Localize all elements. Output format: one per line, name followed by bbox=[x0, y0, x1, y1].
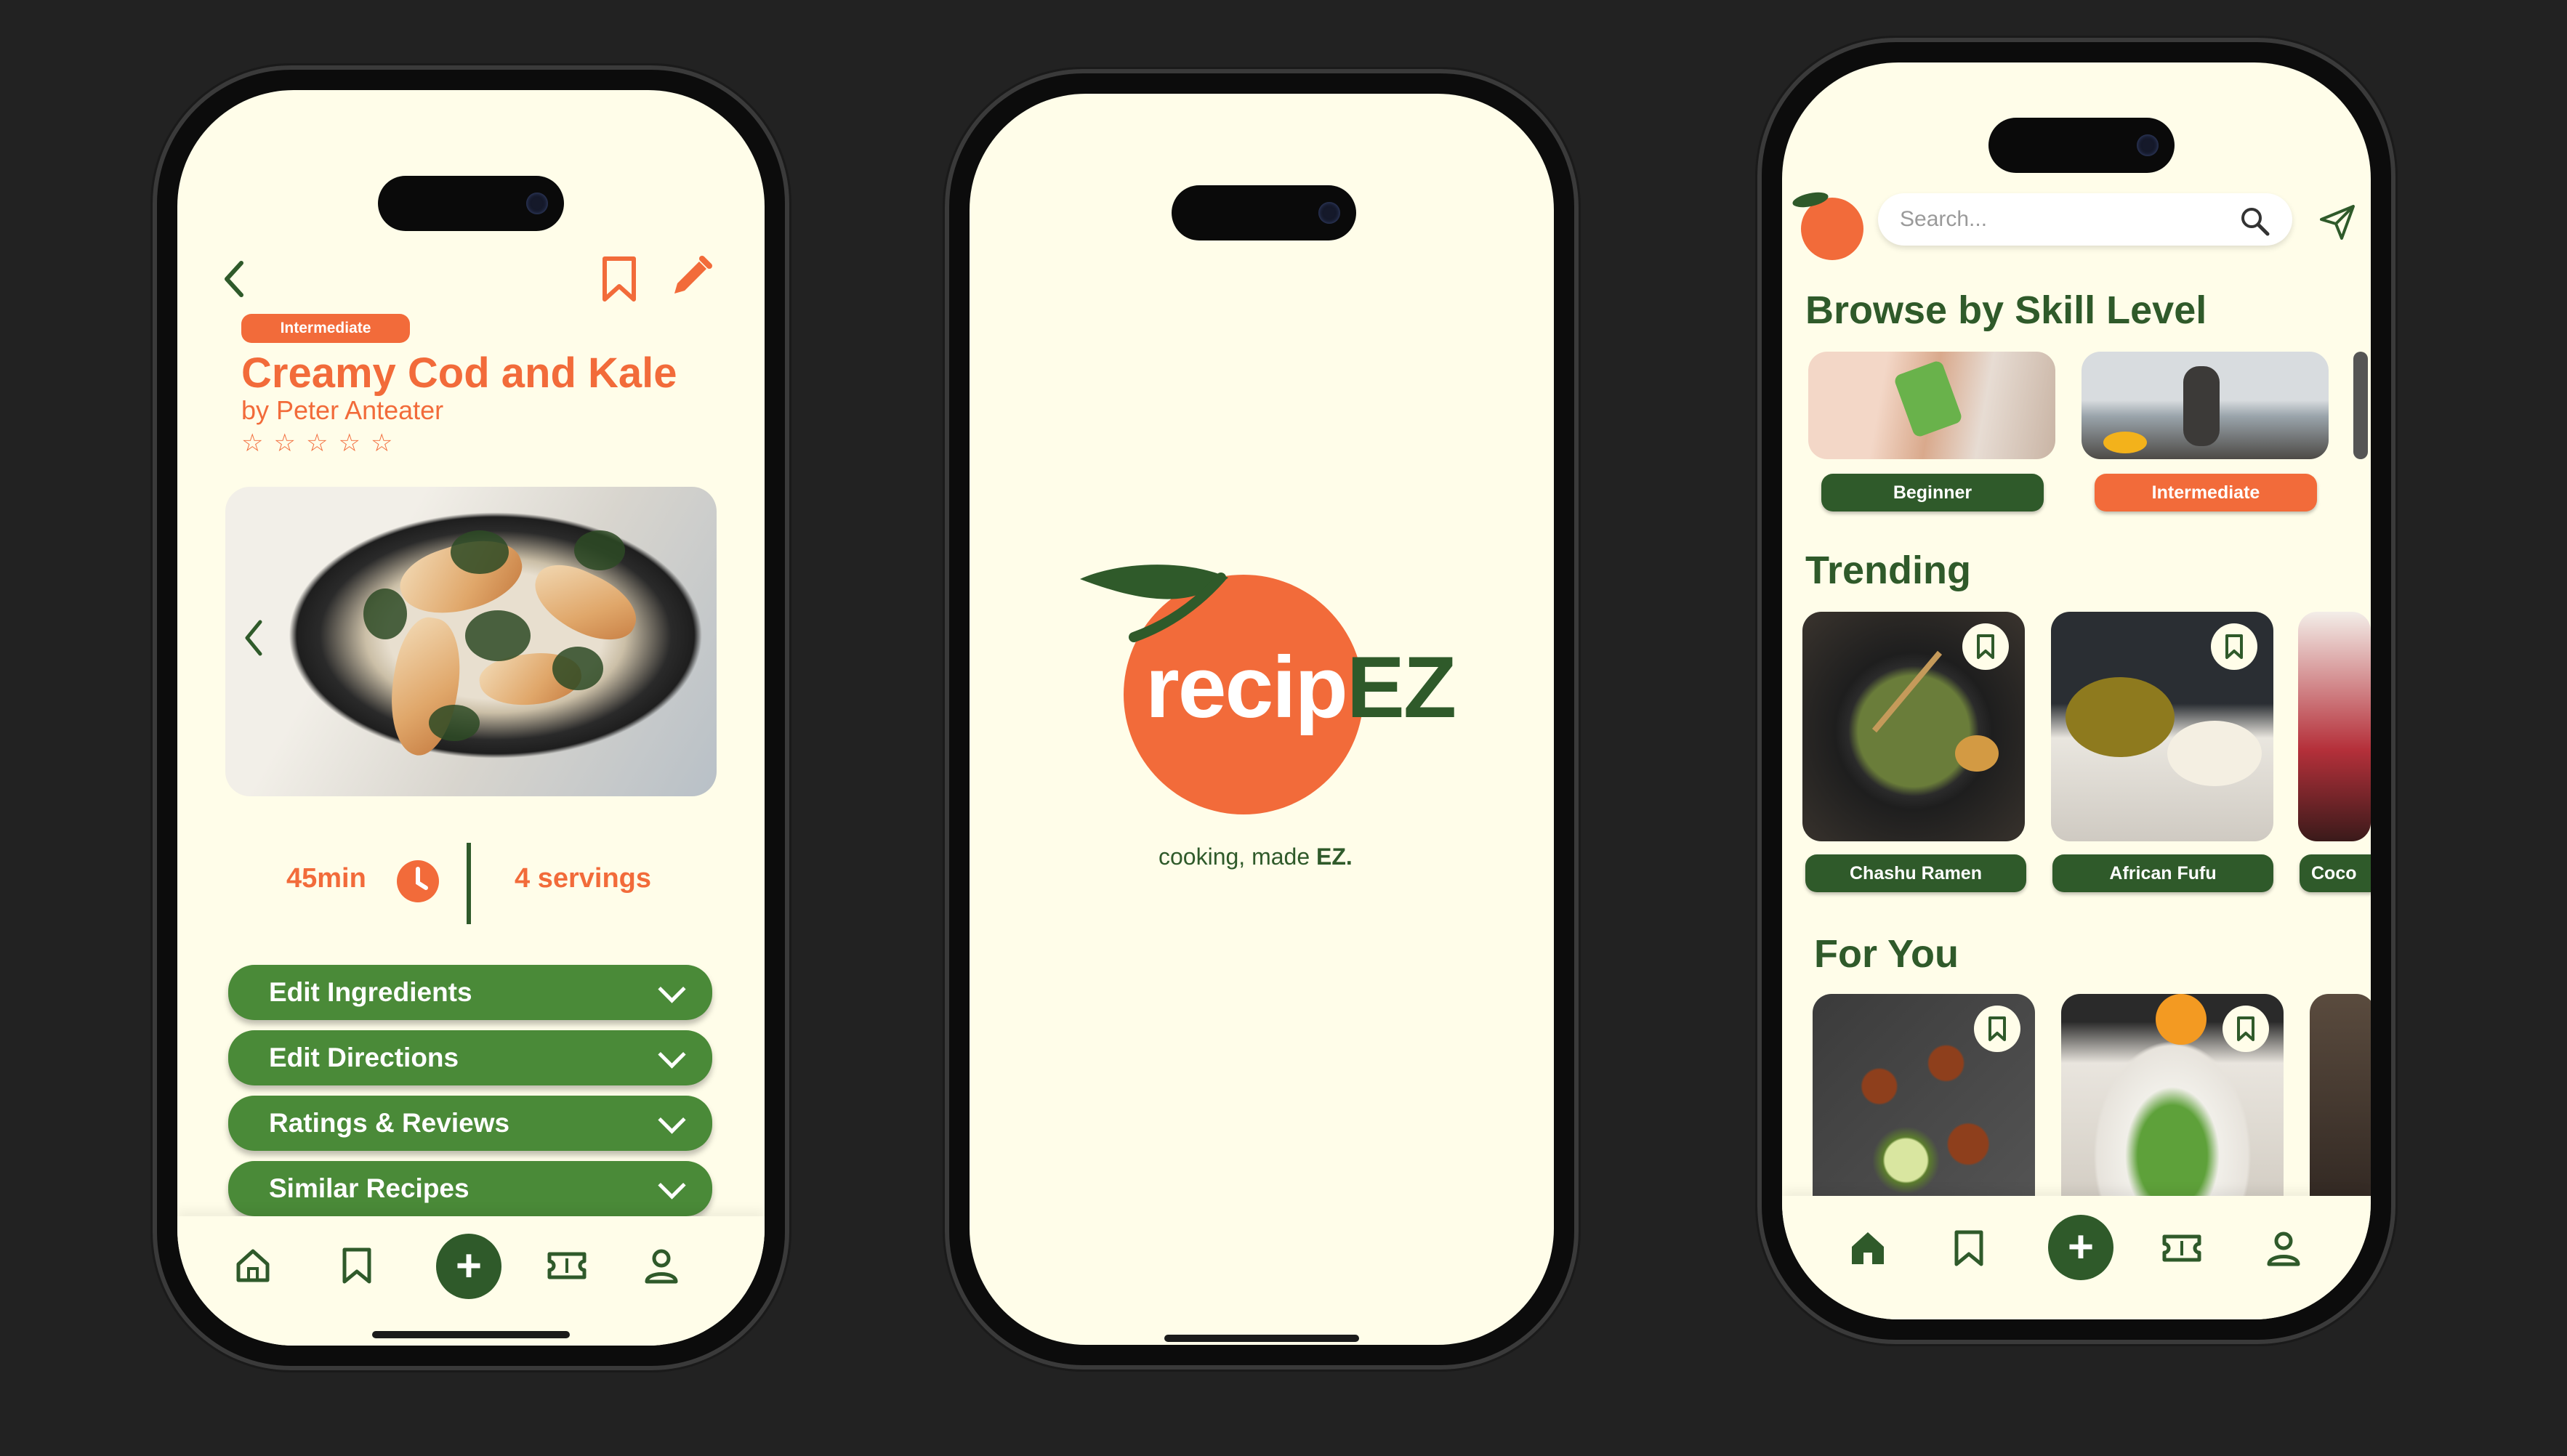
trending-photo-coco[interactable] bbox=[2298, 612, 2371, 841]
accordion-label: Similar Recipes bbox=[269, 1173, 470, 1203]
bookmark-icon[interactable] bbox=[1951, 1228, 1987, 1269]
tagline-text: cooking, made bbox=[1158, 844, 1317, 870]
phone-recipe-detail: Intermediate Creamy Cod and Kale by Pete… bbox=[153, 65, 789, 1370]
bookmark-icon[interactable] bbox=[339, 1245, 375, 1286]
section-title-trending: Trending bbox=[1805, 549, 1971, 592]
skill-button-beginner[interactable]: Beginner bbox=[1821, 474, 2044, 511]
skill-photo-beginner[interactable] bbox=[1808, 352, 2055, 459]
bookmark-icon bbox=[1988, 1016, 2006, 1041]
bookmark-icon bbox=[2237, 1016, 2254, 1041]
accordion-edit-directions[interactable]: Edit Directions bbox=[228, 1030, 712, 1085]
star-icon[interactable]: ☆ bbox=[338, 429, 360, 458]
bookmark-icon[interactable] bbox=[599, 254, 640, 304]
bottom-nav: + bbox=[1782, 1196, 2371, 1319]
bookmark-icon bbox=[2225, 634, 2243, 659]
chevron-down-icon bbox=[658, 1040, 686, 1069]
divider bbox=[467, 843, 471, 924]
recipez-logo: recipEZ bbox=[1076, 559, 1456, 820]
clock-icon bbox=[397, 860, 439, 902]
splash-screen: recipEZ cooking, made EZ. bbox=[970, 94, 1554, 1345]
carousel-prev-icon[interactable] bbox=[240, 616, 266, 660]
star-icon[interactable]: ☆ bbox=[306, 429, 328, 458]
for-you-photo-3[interactable] bbox=[2310, 994, 2371, 1225]
home-screen: Search... Browse by Skill Level Beginner… bbox=[1782, 62, 2371, 1319]
cook-time: 45min bbox=[286, 863, 366, 894]
skill-photo-intermediate[interactable] bbox=[2082, 352, 2329, 459]
edit-pencil-icon[interactable] bbox=[669, 254, 714, 299]
accordion-edit-ingredients[interactable]: Edit Ingredients bbox=[228, 965, 712, 1020]
accordion-label: Edit Ingredients bbox=[269, 977, 472, 1007]
accordion-label: Edit Directions bbox=[269, 1043, 459, 1072]
accordion-ratings-reviews[interactable]: Ratings & Reviews bbox=[228, 1096, 712, 1151]
home-indicator bbox=[1164, 1335, 1359, 1342]
star-icon[interactable]: ☆ bbox=[241, 429, 263, 458]
trending-label-african-fufu[interactable]: African Fufu bbox=[2052, 854, 2273, 892]
logo-accent-text: EZ bbox=[1346, 639, 1456, 736]
send-icon[interactable] bbox=[2318, 203, 2356, 241]
recipe-photo bbox=[225, 487, 717, 796]
trending-label-coco[interactable]: Coco bbox=[2300, 854, 2371, 892]
home-indicator bbox=[372, 1331, 570, 1338]
recipe-detail-screen: Intermediate Creamy Cod and Kale by Pete… bbox=[177, 90, 765, 1346]
chevron-down-icon bbox=[658, 1106, 686, 1134]
servings: 4 servings bbox=[515, 863, 651, 894]
leaf-icon bbox=[1080, 565, 1228, 642]
dynamic-island bbox=[378, 176, 564, 231]
bookmark-button[interactable] bbox=[2223, 1006, 2269, 1052]
bookmark-icon bbox=[1977, 634, 1994, 659]
logo-wordmark: recipEZ bbox=[1145, 637, 1456, 737]
bookmark-button[interactable] bbox=[2211, 623, 2257, 670]
bookmark-button[interactable] bbox=[1962, 623, 2009, 670]
phone-home: Search... Browse by Skill Level Beginner… bbox=[1757, 38, 2395, 1344]
add-recipe-button[interactable]: + bbox=[2048, 1215, 2113, 1280]
bookmark-button[interactable] bbox=[1974, 1006, 2020, 1052]
chevron-down-icon bbox=[658, 1171, 686, 1200]
home-icon[interactable] bbox=[233, 1245, 273, 1286]
chevron-down-icon bbox=[658, 975, 686, 1003]
star-icon[interactable]: ☆ bbox=[371, 429, 392, 458]
tagline-accent: EZ. bbox=[1316, 844, 1353, 870]
home-icon[interactable] bbox=[1847, 1228, 1888, 1269]
bottom-nav: + bbox=[177, 1216, 765, 1346]
search-icon[interactable] bbox=[2238, 205, 2270, 237]
profile-icon[interactable] bbox=[642, 1245, 680, 1286]
recipe-title: Creamy Cod and Kale bbox=[241, 349, 677, 397]
search-input[interactable]: Search... bbox=[1878, 193, 2292, 246]
recipe-author: by Peter Anteater bbox=[241, 395, 444, 425]
dynamic-island bbox=[1172, 185, 1356, 240]
dynamic-island bbox=[1988, 118, 2175, 173]
difficulty-badge: Intermediate bbox=[241, 314, 410, 343]
showcase-background: Intermediate Creamy Cod and Kale by Pete… bbox=[0, 0, 2567, 1456]
add-recipe-button[interactable]: + bbox=[436, 1234, 501, 1299]
trending-label-chashu-ramen[interactable]: Chashu Ramen bbox=[1805, 854, 2026, 892]
star-icon[interactable]: ☆ bbox=[273, 429, 295, 458]
ticket-icon[interactable] bbox=[2160, 1231, 2204, 1266]
ticket-icon[interactable] bbox=[545, 1248, 589, 1283]
section-title-browse: Browse by Skill Level bbox=[1805, 288, 2207, 332]
profile-icon[interactable] bbox=[2265, 1228, 2302, 1269]
logo-main-text: recip bbox=[1145, 639, 1348, 736]
skill-photo-advanced[interactable] bbox=[2353, 352, 2368, 459]
accordion-label: Ratings & Reviews bbox=[269, 1108, 510, 1138]
back-icon[interactable] bbox=[219, 257, 249, 301]
orange-logo-icon[interactable] bbox=[1791, 189, 1863, 260]
section-title-for-you: For You bbox=[1814, 932, 1959, 976]
phone-splash: recipEZ cooking, made EZ. bbox=[945, 69, 1579, 1370]
accordion-similar-recipes[interactable]: Similar Recipes bbox=[228, 1161, 712, 1216]
rating-stars[interactable]: ☆ ☆ ☆ ☆ ☆ bbox=[241, 429, 392, 458]
skill-button-intermediate[interactable]: Intermediate bbox=[2095, 474, 2317, 511]
tagline: cooking, made EZ. bbox=[1158, 844, 1353, 870]
